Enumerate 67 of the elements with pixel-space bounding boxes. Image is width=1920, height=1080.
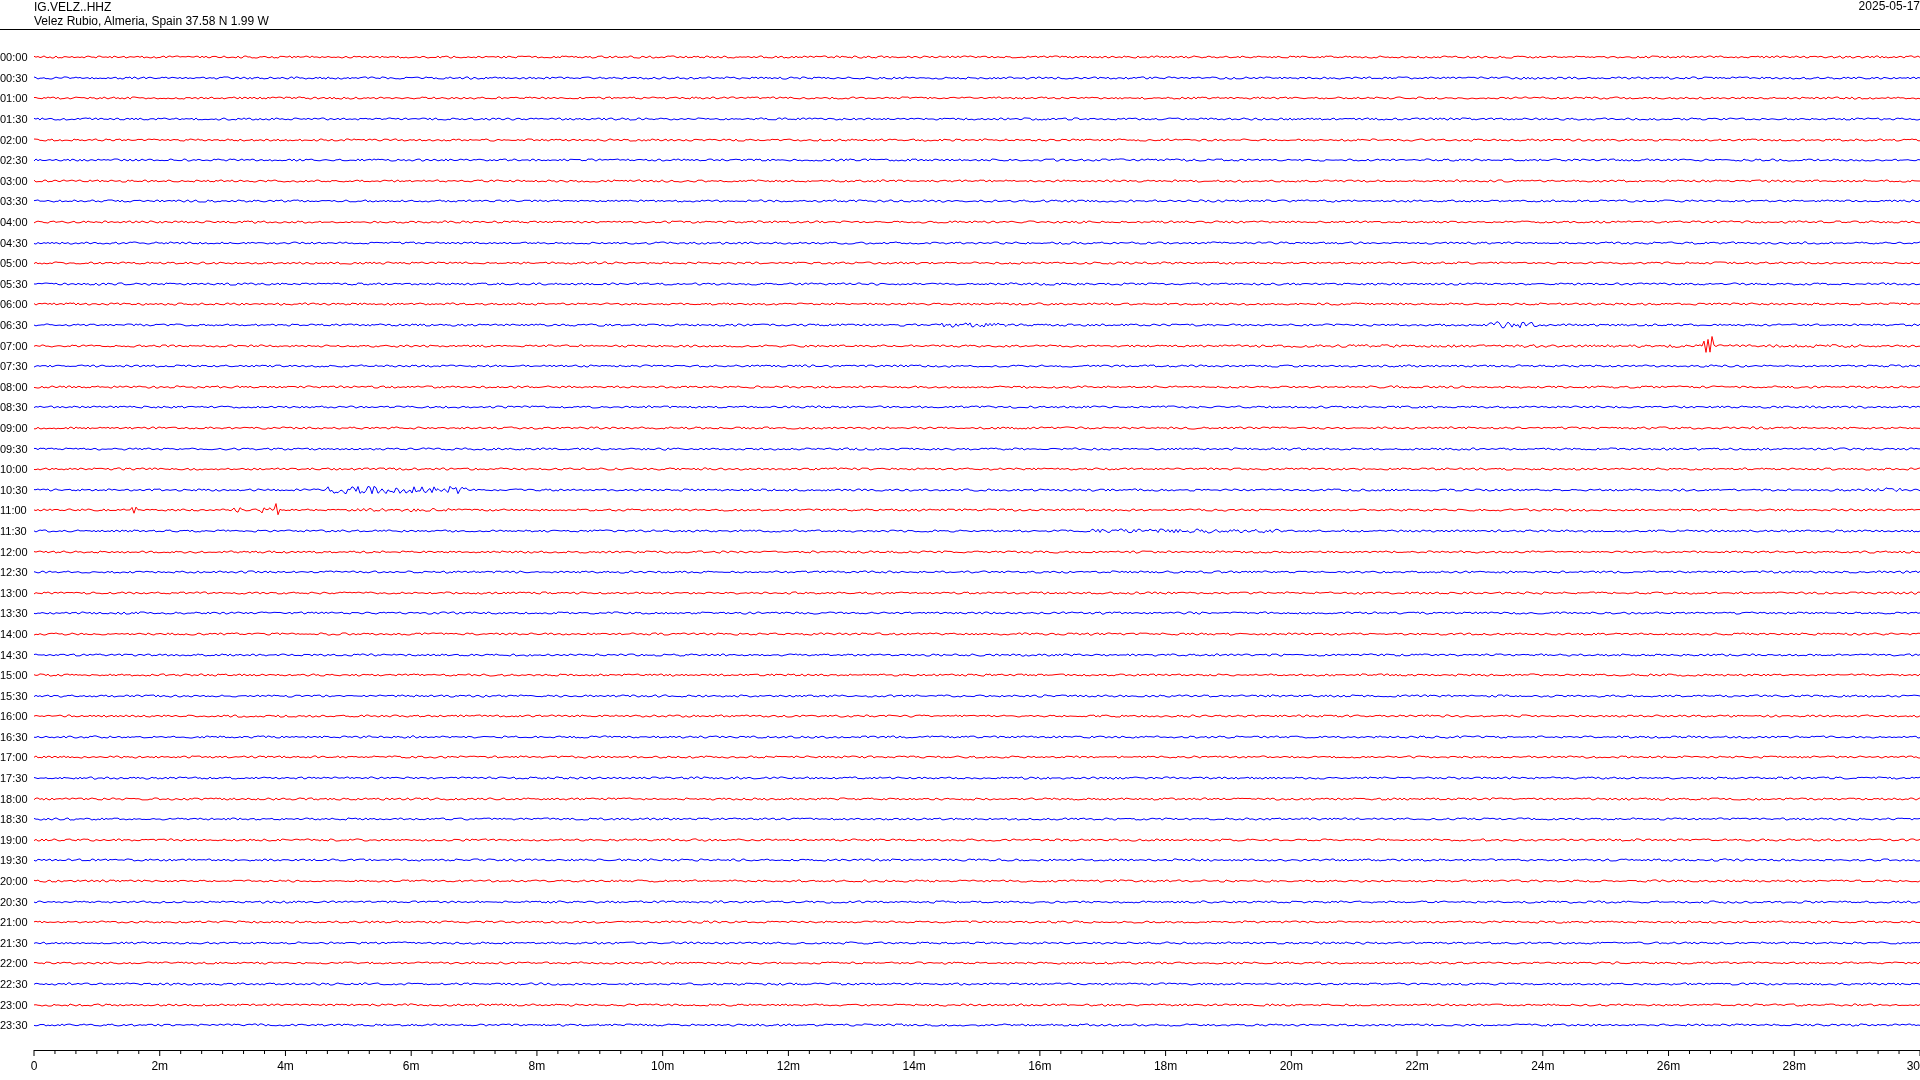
time-label: 23:30 (0, 1019, 29, 1032)
time-label: 13:00 (0, 586, 29, 599)
axis-tick-label: 26m (1656, 1058, 1681, 1073)
time-label: 12:30 (0, 566, 29, 579)
axis-tick-label: 20m (1279, 1058, 1303, 1073)
time-label: 22:30 (0, 978, 29, 990)
time-label: 17:30 (0, 772, 29, 785)
axis-tick-label: 0 (30, 1058, 38, 1073)
time-label: 16:30 (0, 730, 29, 743)
time-label: 18:00 (0, 792, 29, 805)
time-label: 08:00 (0, 380, 29, 393)
time-label: 09:00 (0, 422, 29, 434)
time-label: 05:00 (0, 257, 29, 270)
time-label: 01:30 (0, 113, 29, 126)
time-label: 15:30 (0, 689, 29, 702)
station-location: Velez Rubio, Almeria, Spain 37.58 N 1.99 W (34, 14, 269, 28)
time-label: 04:30 (0, 236, 29, 249)
time-label: 01:00 (0, 92, 29, 105)
axis-tick-label: 8m (528, 1058, 546, 1073)
axis-tick-label: 24m (1531, 1058, 1555, 1073)
time-label: 10:30 (0, 483, 29, 496)
time-label: 21:30 (0, 936, 29, 949)
time-label: 04:00 (0, 216, 29, 229)
time-label: 10:00 (0, 463, 29, 476)
time-label: 03:30 (0, 195, 29, 208)
time-label: 15:00 (0, 669, 29, 682)
time-label: 14:00 (0, 627, 29, 640)
time-label: 13:30 (0, 607, 29, 620)
time-label: 09:30 (0, 442, 29, 455)
time-label: 11:30 (0, 524, 28, 537)
axis-tick-label: 30 (1906, 1058, 1920, 1073)
time-label: 23:00 (0, 998, 29, 1011)
axis-tick-label: 18m (1153, 1058, 1178, 1073)
time-label: 19:30 (0, 854, 29, 867)
time-label: 12:00 (0, 545, 29, 558)
time-label: 03:00 (0, 174, 29, 187)
time-label: 02:00 (0, 133, 29, 146)
time-label: 05:30 (0, 277, 29, 290)
axis-tick-label: 16m (1028, 1058, 1052, 1073)
time-label: 20:30 (0, 895, 29, 908)
time-label: 21:00 (0, 916, 29, 929)
station-code: IG.VELZ..HHZ (34, 0, 113, 14)
axis-tick-label: 12m (776, 1058, 801, 1073)
time-label: 14:30 (0, 648, 29, 661)
axis-tick-label: 14m (902, 1058, 926, 1073)
time-label: 07:00 (0, 339, 29, 352)
time-label: 06:30 (0, 319, 29, 331)
time-label: 07:30 (0, 360, 29, 373)
time-label: 11:00 (0, 504, 28, 517)
time-label: 22:00 (0, 957, 29, 970)
axis-tick-label: 2m (151, 1058, 169, 1073)
time-label: 17:00 (0, 751, 29, 764)
axis-tick-label: 28m (1782, 1058, 1806, 1073)
time-label: 20:00 (0, 875, 29, 888)
time-label: 16:00 (0, 710, 29, 723)
record-date: 2025-05-17 (1858, 0, 1920, 15)
axis-tick-label: 10m (651, 1058, 675, 1073)
time-label: 18:30 (0, 813, 29, 826)
axis-tick-label: 4m (277, 1058, 294, 1073)
axis-tick-label: 22m (1405, 1058, 1429, 1073)
time-label: 00:30 (0, 71, 29, 84)
axis-tick-label: 6m (402, 1058, 420, 1073)
time-label: 06:00 (0, 298, 29, 311)
time-label: 02:30 (0, 154, 29, 167)
time-label: 08:30 (0, 401, 29, 414)
time-label: 00:00 (0, 51, 29, 64)
time-label: 19:00 (0, 833, 29, 846)
